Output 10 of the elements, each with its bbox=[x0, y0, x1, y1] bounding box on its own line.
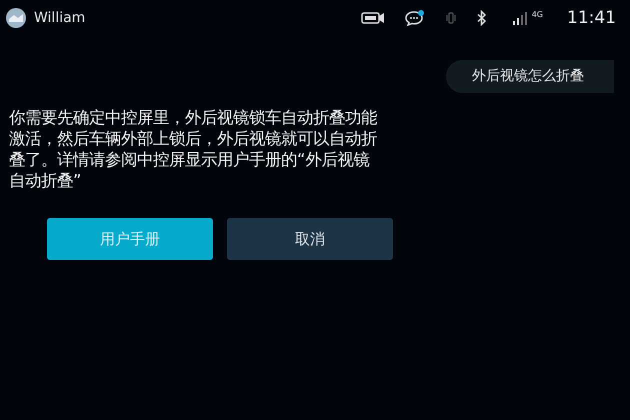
clock: 11:41 bbox=[567, 8, 616, 28]
user-name: William bbox=[34, 10, 86, 26]
bluetooth-icon bbox=[476, 10, 487, 26]
query-bubble: 外后视镜怎么折叠 bbox=[446, 60, 614, 93]
vibrate-icon bbox=[444, 10, 457, 26]
camera-icon bbox=[360, 11, 385, 25]
avatar-icon[interactable] bbox=[6, 8, 26, 28]
answer-text: 你需要先确定中控屏里，外后视镜锁车自动折叠功能激活，然后车辆外部上锁后，外后视镜就可以自动折叠了。详情请参阅中控屏显示用户手册的“外后视镜自动折叠” bbox=[9, 107, 378, 191]
network-label: 4G bbox=[532, 10, 543, 19]
cancel-button[interactable]: 取消 bbox=[227, 218, 393, 260]
